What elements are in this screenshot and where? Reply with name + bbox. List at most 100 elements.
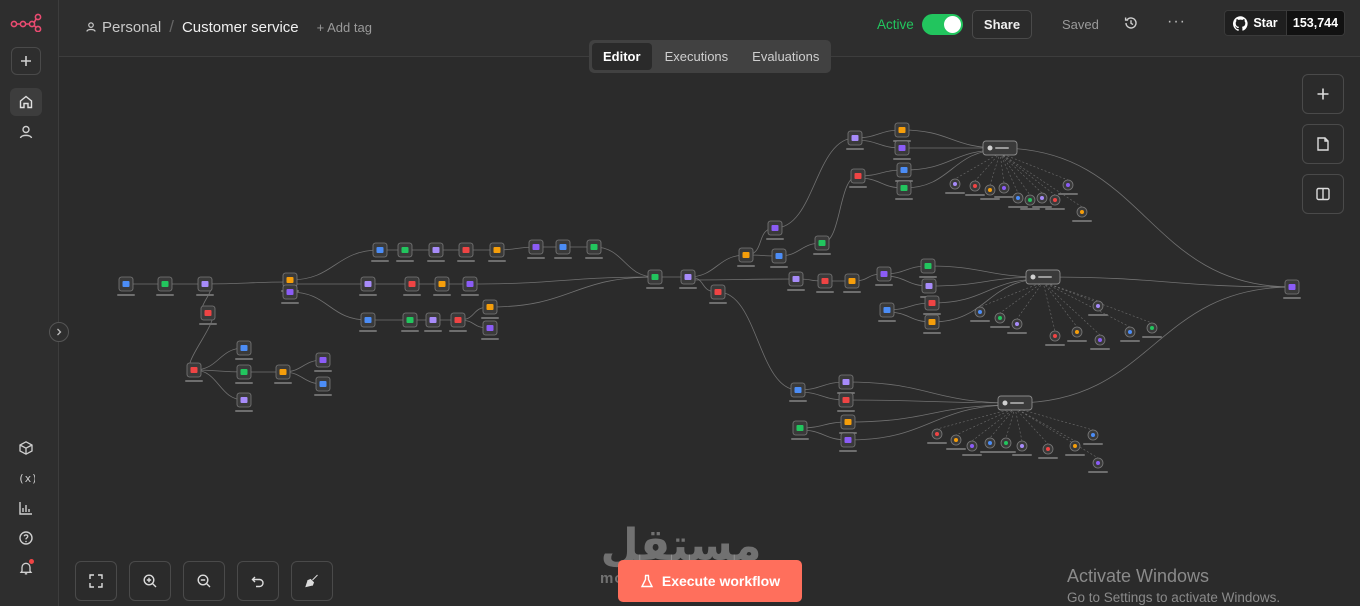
workflow-node[interactable] (791, 420, 809, 440)
tool-icon[interactable] (1028, 198, 1032, 202)
workflow-node[interactable] (843, 273, 861, 293)
tool-icon[interactable] (1016, 196, 1020, 200)
sidebar-expand-button[interactable] (49, 322, 69, 342)
workflow-node[interactable] (371, 242, 389, 262)
workflow-node[interactable] (837, 374, 855, 394)
node-label-stub[interactable] (371, 260, 389, 262)
node-icon[interactable] (796, 425, 804, 431)
workflow-node[interactable] (737, 247, 755, 267)
workflow-node[interactable] (846, 130, 864, 150)
workflow-node[interactable] (403, 276, 421, 296)
node-label-stub[interactable] (813, 253, 831, 255)
workflow-node[interactable] (235, 392, 253, 412)
node-icon[interactable] (794, 387, 802, 393)
tool-label-stub[interactable] (1120, 340, 1140, 342)
workflow-node[interactable] (117, 276, 135, 296)
workflow-node[interactable] (923, 295, 941, 315)
node-label-stub[interactable] (839, 450, 857, 452)
node-label-stub[interactable] (199, 323, 217, 325)
tool-label-stub[interactable] (1045, 208, 1065, 210)
node-label-stub[interactable] (433, 294, 451, 296)
tool-icon[interactable] (970, 444, 974, 448)
node-label-stub[interactable] (875, 284, 893, 286)
tool-icon[interactable] (1091, 433, 1095, 437)
node-icon[interactable] (842, 379, 850, 385)
tool-label-stub[interactable] (1020, 208, 1040, 210)
workflow-node[interactable] (461, 276, 479, 296)
node-label-stub[interactable] (646, 287, 664, 289)
tool-node[interactable] (1012, 440, 1032, 456)
node-icon[interactable] (818, 240, 826, 246)
workflow-node[interactable] (235, 364, 253, 384)
node-icon[interactable] (848, 278, 856, 284)
node-label-stub[interactable] (919, 276, 937, 278)
tool-node[interactable] (1067, 326, 1087, 342)
tool-icon[interactable] (1004, 441, 1008, 445)
tool-node[interactable] (996, 437, 1016, 453)
node-icon[interactable] (319, 357, 327, 363)
tool-icon[interactable] (1053, 198, 1057, 202)
tool-icon[interactable] (998, 316, 1002, 320)
tool-node[interactable] (927, 428, 947, 444)
node-label-stub[interactable] (401, 330, 419, 332)
node-icon[interactable] (454, 317, 462, 323)
node-label-stub[interactable] (843, 291, 861, 293)
workflow-node[interactable] (449, 312, 467, 332)
tool-node[interactable] (1088, 457, 1108, 473)
github-star-button[interactable]: Star (1225, 11, 1286, 35)
tool-icon[interactable] (953, 182, 957, 186)
node-icon[interactable] (462, 247, 470, 253)
tool-icon[interactable] (1002, 186, 1006, 190)
node-icon[interactable] (240, 397, 248, 403)
tool-node[interactable] (1090, 334, 1110, 350)
node-label-stub[interactable] (396, 260, 414, 262)
node-label-stub[interactable] (196, 294, 214, 296)
workflow-node[interactable] (274, 364, 292, 384)
workflow-node[interactable] (488, 242, 506, 262)
workflow-node[interactable] (235, 340, 253, 360)
github-star-widget[interactable]: Star 153,744 (1224, 10, 1345, 36)
tool-node[interactable] (965, 180, 985, 196)
add-button[interactable] (11, 47, 41, 75)
node-icon[interactable] (883, 307, 891, 313)
agent-label-stub[interactable] (995, 147, 1009, 149)
node-label-stub[interactable] (1283, 297, 1301, 299)
tool-label-stub[interactable] (1142, 336, 1162, 338)
tool-icon[interactable] (1128, 330, 1132, 334)
workflow-node[interactable] (766, 220, 784, 240)
tool-icon[interactable] (1075, 330, 1079, 334)
tool-label-stub[interactable] (927, 442, 947, 444)
tool-icon[interactable] (1080, 210, 1084, 214)
tool-icon[interactable] (1015, 322, 1019, 326)
nav-templates[interactable] (10, 434, 42, 462)
node-icon[interactable] (364, 317, 372, 323)
workflow-node[interactable] (281, 284, 299, 304)
workflow-node[interactable] (424, 312, 442, 332)
node-icon[interactable] (651, 274, 659, 280)
node-label-stub[interactable] (849, 186, 867, 188)
node-icon[interactable] (240, 345, 248, 351)
tool-node[interactable] (945, 178, 965, 194)
node-label-stub[interactable] (235, 382, 253, 384)
workflow-node[interactable] (1283, 279, 1301, 299)
nav-variables[interactable]: (x) (10, 464, 42, 492)
node-label-stub[interactable] (893, 158, 911, 160)
node-label-stub[interactable] (679, 287, 697, 289)
node-icon[interactable] (900, 185, 908, 191)
tool-node[interactable] (1065, 440, 1085, 456)
node-icon[interactable] (406, 317, 414, 323)
node-icon[interactable] (924, 263, 932, 269)
node-icon[interactable] (401, 247, 409, 253)
workflow-node[interactable] (849, 168, 867, 188)
node-label-stub[interactable] (816, 291, 834, 293)
tool-icon[interactable] (1096, 304, 1100, 308)
node-icon[interactable] (493, 247, 501, 253)
agent-node[interactable] (1025, 269, 1061, 285)
workflow-node[interactable] (839, 432, 857, 452)
node-label-stub[interactable] (837, 410, 855, 412)
node-label-stub[interactable] (770, 266, 788, 268)
tab-executions[interactable]: Executions (654, 43, 740, 70)
workflow-node[interactable] (839, 414, 857, 434)
node-icon[interactable] (842, 397, 850, 403)
node-icon[interactable] (286, 277, 294, 283)
